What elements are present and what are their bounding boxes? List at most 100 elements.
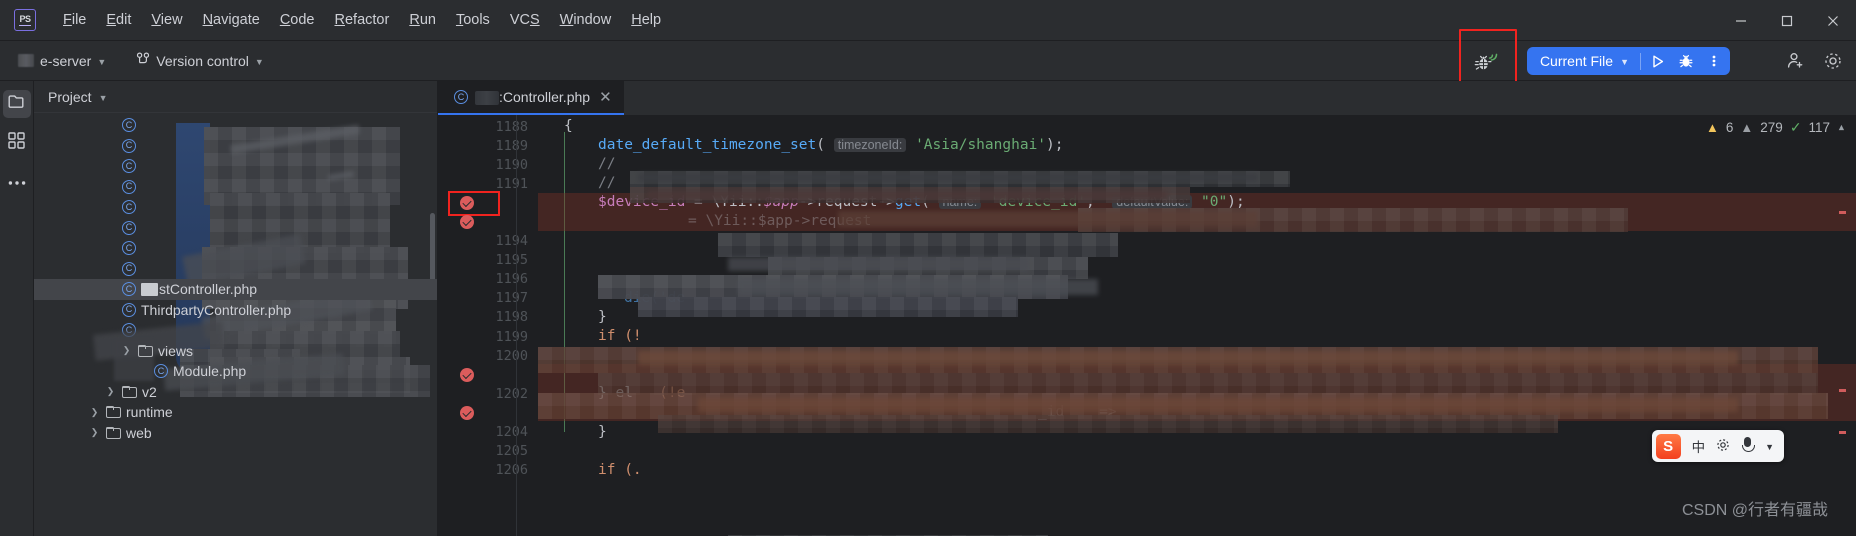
tree-item-redacted[interactable]: C: [34, 177, 437, 198]
tree-item-views[interactable]: ❯ views: [34, 341, 437, 362]
error-stripe-marker[interactable]: [1839, 389, 1846, 392]
project-icon-redacted: [18, 54, 34, 67]
breakpoint-icon[interactable]: [460, 405, 474, 420]
chevron-down-icon: ▼: [97, 56, 107, 67]
menu-help[interactable]: Help: [621, 9, 671, 31]
code-token: //: [598, 156, 616, 173]
code-line-1199: if (!: [538, 327, 1856, 346]
menu-window[interactable]: Window: [550, 9, 622, 31]
ime-floating-bar[interactable]: S 中 ▼: [1651, 430, 1784, 462]
project-panel-header[interactable]: Project ▼: [34, 81, 437, 113]
menu-edit[interactable]: Edit: [96, 9, 141, 31]
breakpoint-icon[interactable]: [460, 367, 474, 382]
minimize-button[interactable]: [1718, 0, 1764, 41]
php-class-icon: C: [122, 138, 136, 153]
gear-icon[interactable]: [1716, 438, 1730, 455]
code-token: (!e: [659, 385, 686, 402]
php-class-icon: C: [122, 159, 136, 174]
ime-mode-label[interactable]: 中: [1692, 436, 1706, 456]
tree-item-redacted[interactable]: C: [34, 238, 437, 259]
close-button[interactable]: [1810, 0, 1856, 41]
menu-file[interactable]: File: [53, 9, 96, 31]
menu-refactor[interactable]: Refactor: [325, 9, 400, 31]
rail-structure-button[interactable]: [3, 129, 31, 157]
editor-gutter[interactable]: 1188 1189 1190 1191 1194 1195 1196 1197 …: [438, 115, 538, 536]
microphone-icon[interactable]: [1741, 437, 1756, 455]
rail-more-button[interactable]: [3, 168, 31, 196]
settings-button[interactable]: [1816, 44, 1850, 78]
tree-item-label: stController.php: [159, 281, 258, 298]
sogou-logo-icon[interactable]: S: [1655, 433, 1681, 459]
run-configuration-widget: Current File ▼: [1526, 47, 1730, 75]
php-class-icon: C: [122, 118, 136, 133]
code-token: } el: [598, 385, 633, 402]
toolbar-right-group: Current File ▼: [1457, 29, 1856, 93]
project-selector[interactable]: e-server ▼: [10, 49, 114, 73]
error-stripe-marker[interactable]: [1839, 211, 1846, 214]
phpstorm-logo-icon[interactable]: PS: [14, 9, 36, 31]
debug-listener-button[interactable]: [1457, 29, 1517, 93]
php-class-icon: C: [122, 200, 136, 215]
code-editor[interactable]: 1188 1189 1190 1191 1194 1195 1196 1197 …: [438, 115, 1856, 536]
tree-item-thirdparty-controller[interactable]: C ThirdpartyController.php: [34, 300, 437, 321]
tree-item-redacted[interactable]: C: [34, 197, 437, 218]
tree-item-label: [141, 179, 145, 195]
tree-item-test-controller[interactable]: C stController.php: [34, 279, 437, 300]
chevron-right-icon[interactable]: ❯: [88, 427, 101, 438]
account-button[interactable]: [1778, 44, 1812, 78]
tree-item-label: Module.php: [173, 363, 247, 380]
chevron-right-icon[interactable]: ❯: [120, 345, 133, 356]
close-icon[interactable]: ✕: [599, 90, 612, 105]
tree-item-redacted[interactable]: C: [34, 156, 437, 177]
chevron-icon[interactable]: ▼: [1765, 442, 1774, 452]
run-button[interactable]: [1644, 47, 1672, 75]
menu-vcs[interactable]: VCS: [500, 9, 550, 31]
more-actions-button[interactable]: [1700, 47, 1728, 75]
folder-icon: [138, 344, 153, 357]
run-config-selector[interactable]: Current File ▼: [1529, 47, 1637, 75]
tree-item-redacted[interactable]: C: [34, 136, 437, 157]
code-token: {: [564, 118, 573, 134]
code-folding-column[interactable]: [516, 115, 538, 536]
code-text-area[interactable]: { date_default_timezone_set( timezoneId:…: [538, 115, 1856, 536]
code-token: "0": [1201, 194, 1228, 211]
menu-file-label: ile: [71, 12, 87, 28]
tree-item-redacted[interactable]: C: [34, 115, 437, 136]
tree-item-redacted[interactable]: C: [34, 259, 437, 280]
menu-code[interactable]: Code: [270, 9, 325, 31]
ellipsis-icon: [8, 173, 26, 191]
tree-item-module-php[interactable]: C Module.php: [34, 361, 437, 382]
editor-vertical-scrollbar[interactable]: [1839, 149, 1856, 536]
tree-item-runtime[interactable]: ❯ runtime: [34, 402, 437, 423]
breakpoint-icon[interactable]: [460, 214, 474, 229]
redacted-name-block: [141, 282, 158, 296]
code-token: $app: [763, 194, 799, 211]
php-class-icon: C: [122, 179, 136, 194]
tree-item-v2[interactable]: ❯ v2: [34, 382, 437, 403]
chevron-right-icon[interactable]: ❯: [88, 407, 101, 418]
menu-navigate[interactable]: Navigate: [193, 9, 270, 31]
check-icon: ✓: [1789, 119, 1802, 135]
tree-item-label: [141, 261, 145, 277]
tree-item-redacted[interactable]: C: [34, 218, 437, 239]
weak-warning-icon: ▲: [1740, 120, 1754, 135]
version-control-widget[interactable]: Version control ▼: [128, 48, 272, 74]
chevron-right-icon[interactable]: ❯: [104, 386, 117, 397]
parameter-hint: name:: [938, 195, 982, 210]
error-stripe-marker[interactable]: [1839, 431, 1846, 434]
menu-run[interactable]: Run: [399, 9, 446, 31]
menu-tools[interactable]: Tools: [446, 9, 500, 31]
menu-view[interactable]: View: [141, 9, 192, 31]
maximize-button[interactable]: [1764, 0, 1810, 41]
inspections-widget[interactable]: ▲ 6 ▲ 279 ✓ 117 ▼: [1706, 119, 1846, 136]
rail-project-button[interactable]: [2, 90, 31, 118]
tree-item-web[interactable]: ❯ web: [34, 423, 437, 444]
tree-item-redacted[interactable]: C: [34, 320, 437, 341]
code-line-1193: = \Yii::$app->request: [538, 212, 1856, 231]
chevron-up-icon[interactable]: ▼: [1837, 123, 1846, 133]
editor-tab-controller-php[interactable]: C :Controller.php ✕: [438, 81, 624, 115]
debug-button[interactable]: [1672, 47, 1700, 75]
